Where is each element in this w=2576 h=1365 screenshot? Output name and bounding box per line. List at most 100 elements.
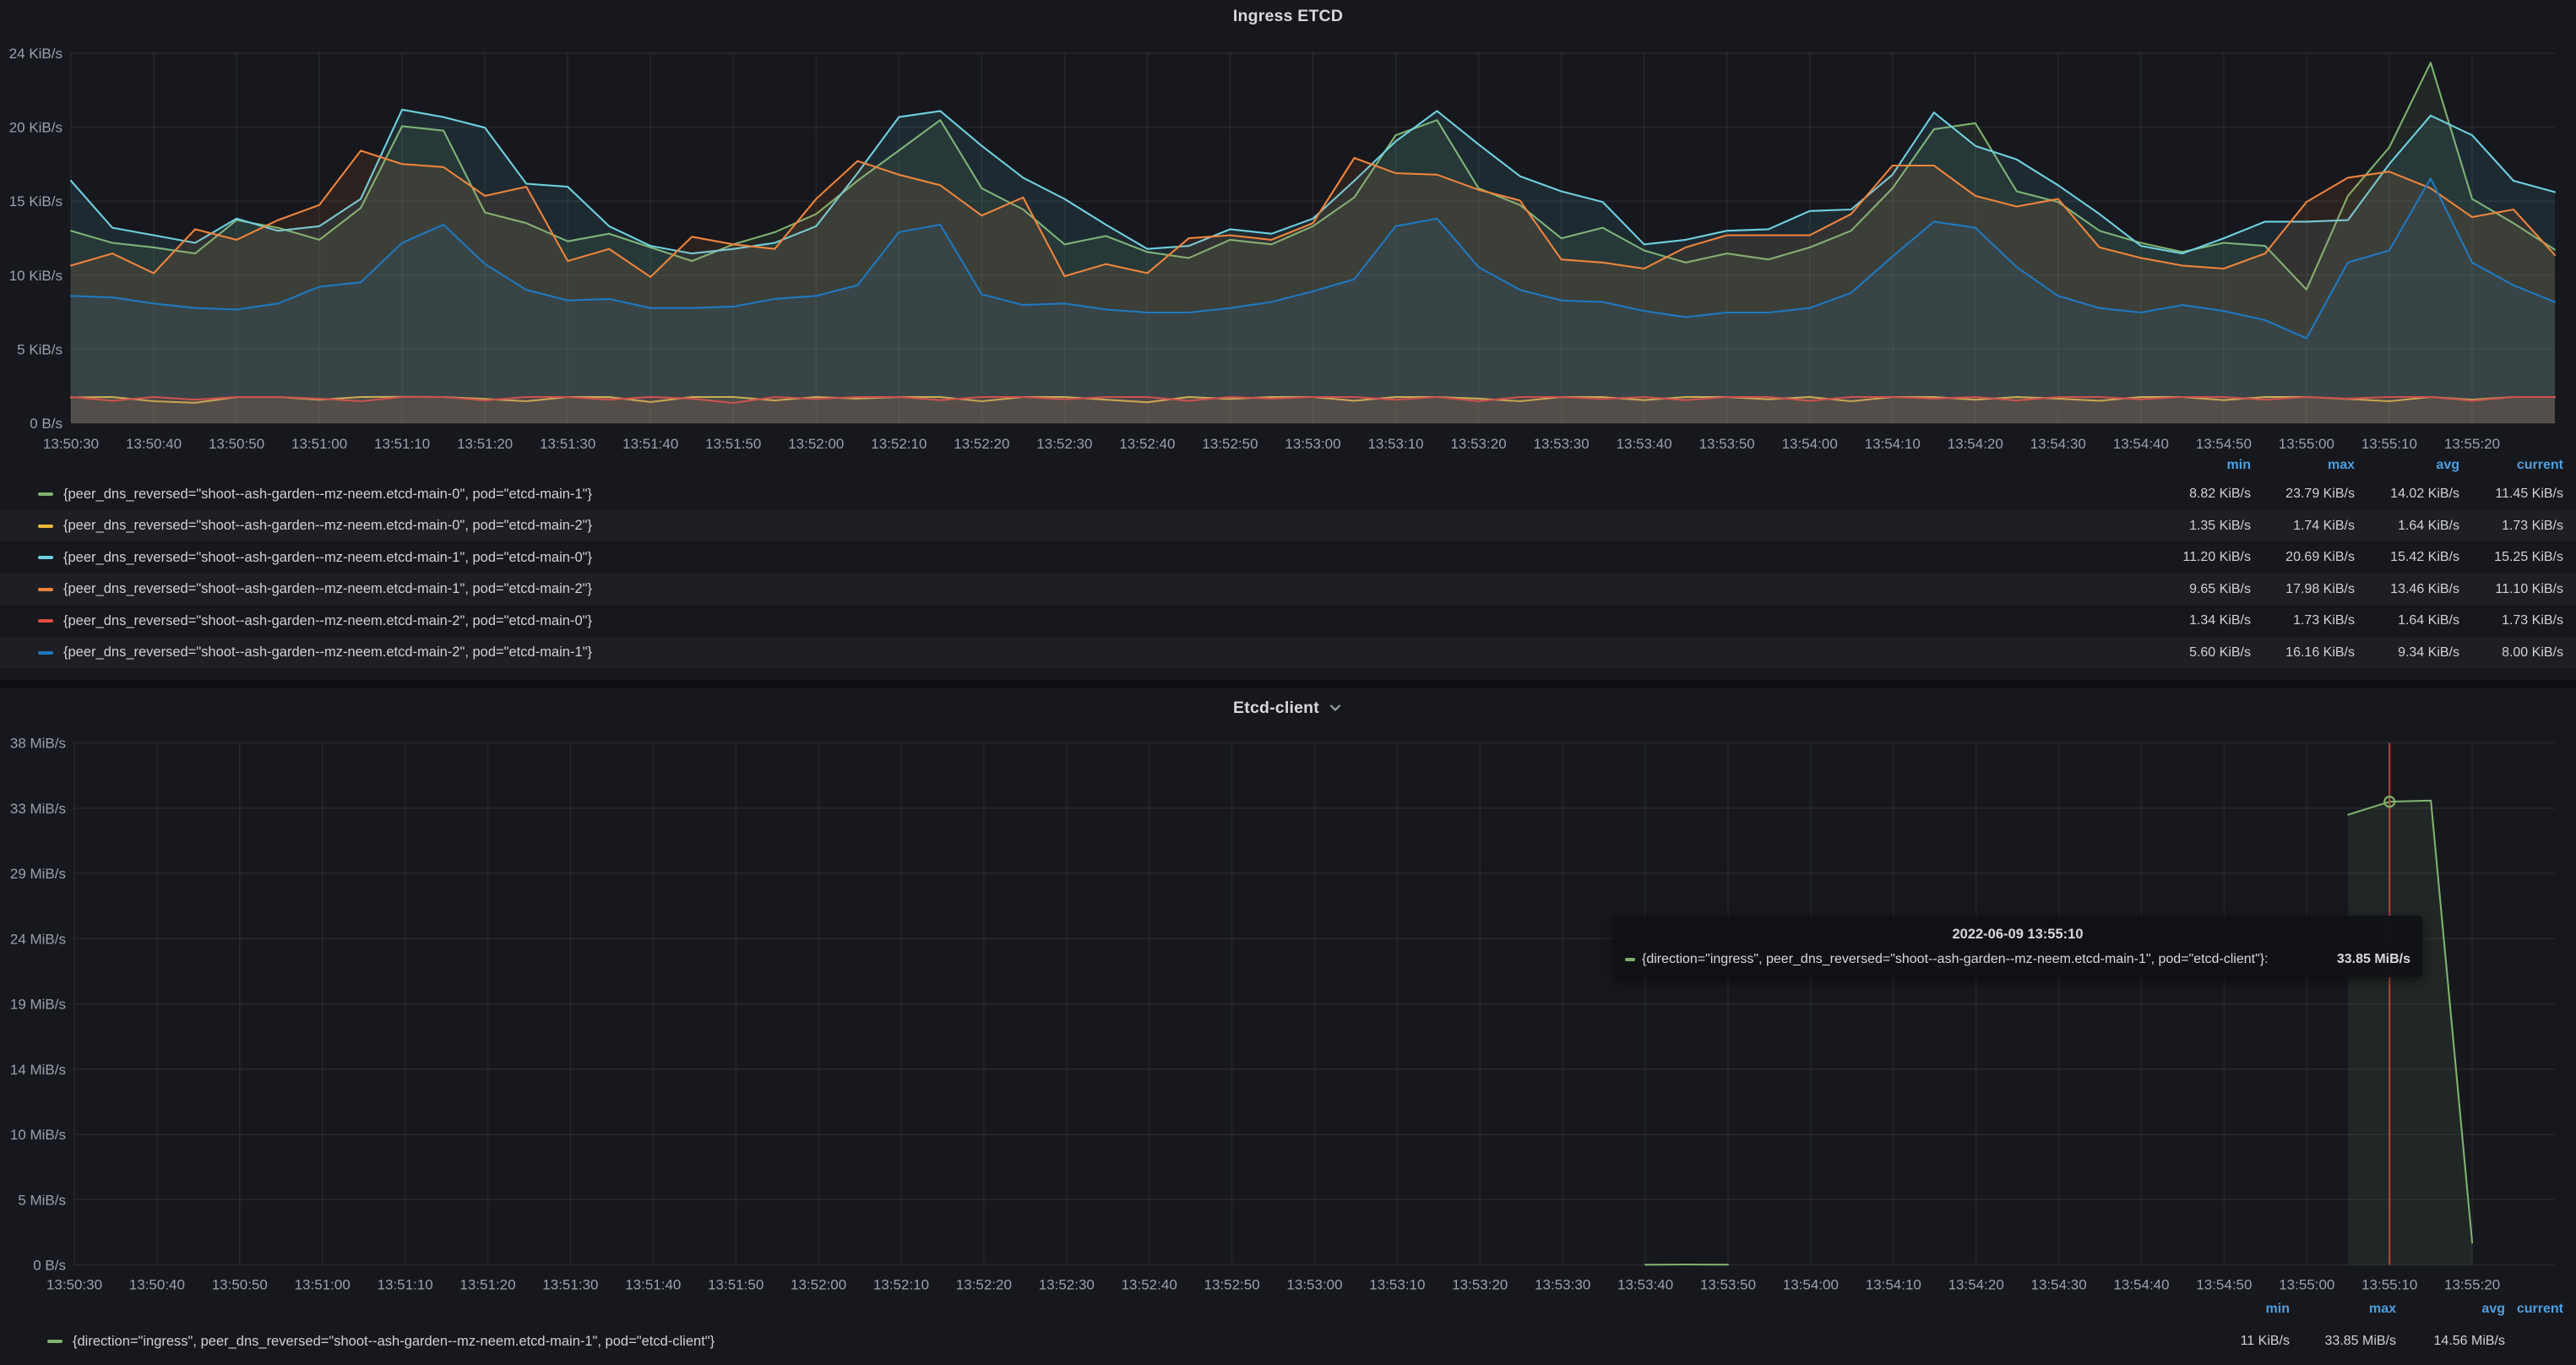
legend-header-row: minmaxavgcurrent (2141, 458, 2576, 473)
x-axis-label: 13:54:40 (2113, 436, 2169, 452)
legend-value-max: 17.98 KiB/s (2251, 582, 2355, 597)
legend-header-min[interactable]: min (2141, 458, 2251, 473)
legend-value-avg: 1.64 KiB/s (2355, 519, 2459, 534)
legend-header-max[interactable]: max (2251, 458, 2355, 473)
x-axis-label: 13:55:20 (2444, 436, 2500, 452)
x-axis-label: 13:51:00 (291, 436, 347, 452)
x-axis-label: 13:52:20 (956, 1277, 1012, 1293)
x-axis-label: 13:53:40 (1617, 436, 1672, 452)
x-axis-label: 13:51:20 (459, 1277, 515, 1293)
legend-series-label[interactable]: {peer_dns_reversed="shoot--ash-garden--m… (63, 487, 2141, 503)
panel-ingress-etcd: Ingress ETCD 0 B/s5 KiB/s10 KiB/s15 KiB/… (0, 0, 2576, 680)
legend-header-avg[interactable]: avg (2396, 1302, 2505, 1317)
y-axis-label: 0 B/s (33, 1258, 66, 1274)
legend-row: {peer_dns_reversed="shoot--ash-garden--m… (0, 605, 2576, 637)
y-axis-label: 20 KiB/s (9, 120, 62, 136)
x-axis-label: 13:52:30 (1036, 436, 1092, 452)
legend-header-avg[interactable]: avg (2355, 458, 2459, 473)
series-color-dash[interactable] (38, 588, 53, 591)
legend-value-max: 23.79 KiB/s (2251, 487, 2355, 502)
x-axis-label: 13:55:00 (2279, 1277, 2334, 1293)
timeseries-plot-etcd-client[interactable]: 0 B/s 5 MiB/s 10 MiB/s 14 MiB/s 19 MiB/s 24 M… (0, 688, 2576, 1305)
x-axis-label: 13:55:10 (2361, 1277, 2417, 1293)
legend-value-avg: 13.46 KiB/s (2355, 582, 2459, 597)
y-axis-label: 10 KiB/s (9, 268, 62, 284)
legend-value-avg: 9.34 KiB/s (2355, 645, 2459, 661)
x-axis-label: 13:53:50 (1699, 436, 1755, 452)
x-axis-label: 13:52:50 (1202, 436, 1258, 452)
x-axis-label: 13:54:30 (2030, 436, 2086, 452)
x-axis-label: 13:51:40 (622, 436, 678, 452)
tooltip-timestamp: 2022-06-09 13:55:10 (1613, 916, 2422, 947)
x-axis-label: 13:51:10 (374, 436, 430, 452)
legend-series-label[interactable]: {peer_dns_reversed="shoot--ash-garden--m… (63, 644, 2141, 661)
legend-header-max[interactable]: max (2290, 1302, 2396, 1317)
x-axis-label: 13:54:50 (2196, 1277, 2252, 1293)
legend-series-label[interactable]: {direction="ingress", peer_dns_reversed=… (73, 1334, 2180, 1350)
legend-value-max: 1.73 KiB/s (2251, 613, 2355, 628)
legend-value-current: 11.45 KiB/s (2459, 487, 2563, 502)
legend-header-min[interactable]: min (2180, 1302, 2290, 1317)
x-axis-label: 13:51:00 (295, 1277, 351, 1293)
x-axis-label: 13:51:10 (378, 1277, 433, 1293)
legend-value-min: 8.82 KiB/s (2141, 487, 2251, 502)
legend-value-min: 9.65 KiB/s (2141, 582, 2251, 597)
x-axis-label: 13:55:10 (2361, 436, 2417, 452)
x-axis-label: 13:50:30 (46, 1277, 102, 1293)
legend-value-current: 11.10 KiB/s (2459, 582, 2563, 597)
legend-value-current: 8.00 KiB/s (2459, 645, 2563, 661)
legend-value-avg: 15.42 KiB/s (2355, 550, 2459, 565)
legend-value-min: 5.60 KiB/s (2141, 645, 2251, 661)
x-axis-label: 13:54:30 (2031, 1277, 2087, 1293)
legend-value-avg: 14.56 MiB/s (2396, 1334, 2505, 1349)
y-axis-label: 0 B/s (30, 416, 62, 432)
grafana-dashboard: Ingress ETCD 0 B/s5 KiB/s10 KiB/s15 KiB/… (0, 0, 2576, 1365)
x-axis-label: 13:53:00 (1285, 436, 1340, 452)
legend-row: {direction="ingress", peer_dns_reversed=… (0, 1325, 2576, 1357)
y-axis-label: 19 MiB/s (10, 997, 66, 1013)
x-axis-label: 13:54:10 (1866, 1277, 1921, 1293)
legend-series-label[interactable]: {peer_dns_reversed="shoot--ash-garden--m… (63, 550, 2141, 566)
x-axis-label: 13:52:00 (788, 436, 844, 452)
legend-value-max: 16.16 KiB/s (2251, 645, 2355, 661)
series-color-dash[interactable] (38, 492, 53, 496)
x-axis-label: 13:51:30 (542, 1277, 598, 1293)
legend-value-avg: 1.64 KiB/s (2355, 613, 2459, 628)
x-axis-label: 13:53:40 (1617, 1277, 1673, 1293)
x-axis-label: 13:53:20 (1452, 1277, 1508, 1293)
x-axis-label: 13:52:00 (791, 1277, 846, 1293)
legend-series-label[interactable]: {peer_dns_reversed="shoot--ash-garden--m… (63, 581, 2141, 597)
x-axis-label: 13:54:00 (1783, 1277, 1839, 1293)
x-axis-label: 13:54:50 (2196, 436, 2252, 452)
x-axis-label: 13:54:00 (1782, 436, 1838, 452)
y-axis-label: 5 MiB/s (18, 1192, 66, 1208)
x-axis-label: 13:51:30 (540, 436, 595, 452)
x-axis-label: 13:53:30 (1535, 1277, 1590, 1293)
timeseries-plot-ingress-etcd[interactable]: 0 B/s5 KiB/s10 KiB/s15 KiB/s20 KiB/s24 K… (0, 0, 2576, 460)
x-axis-label: 13:53:50 (1700, 1277, 1756, 1293)
y-axis-label: 14 MiB/s (10, 1062, 66, 1078)
legend-series-label[interactable]: {peer_dns_reversed="shoot--ash-garden--m… (63, 613, 2141, 629)
x-axis-label: 13:52:40 (1122, 1277, 1177, 1293)
y-axis-label: 24 KiB/s (9, 46, 62, 62)
series-color-dash[interactable] (47, 1340, 62, 1343)
y-axis-label: 29 MiB/s (10, 866, 66, 882)
legend-header-current[interactable]: current (2505, 1302, 2563, 1317)
y-axis-label: 15 KiB/s (9, 193, 62, 209)
y-axis-label: 10 MiB/s (10, 1127, 66, 1143)
series-color-dash[interactable] (38, 651, 53, 655)
tooltip-series-row: {direction="ingress", peer_dns_reversed=… (1613, 947, 2422, 977)
series-color-dash[interactable] (38, 619, 53, 623)
series-color-dash[interactable] (38, 556, 53, 559)
legend-value-current: 1.73 KiB/s (2459, 519, 2563, 534)
x-axis-label: 13:51:20 (457, 436, 513, 452)
x-axis-label: 13:53:10 (1367, 436, 1423, 452)
tooltip-series-value: 33.85 MiB/s (2337, 952, 2410, 967)
legend-series-label[interactable]: {peer_dns_reversed="shoot--ash-garden--m… (63, 518, 2141, 534)
legend-header-current[interactable]: current (2459, 458, 2563, 473)
x-axis-label: 13:55:00 (2279, 436, 2334, 452)
y-axis-label: 24 MiB/s (10, 931, 66, 947)
tooltip-series-label: {direction="ingress", peer_dns_reversed=… (1642, 952, 2269, 967)
x-axis-label: 13:52:30 (1039, 1277, 1095, 1293)
series-color-dash[interactable] (38, 525, 53, 528)
